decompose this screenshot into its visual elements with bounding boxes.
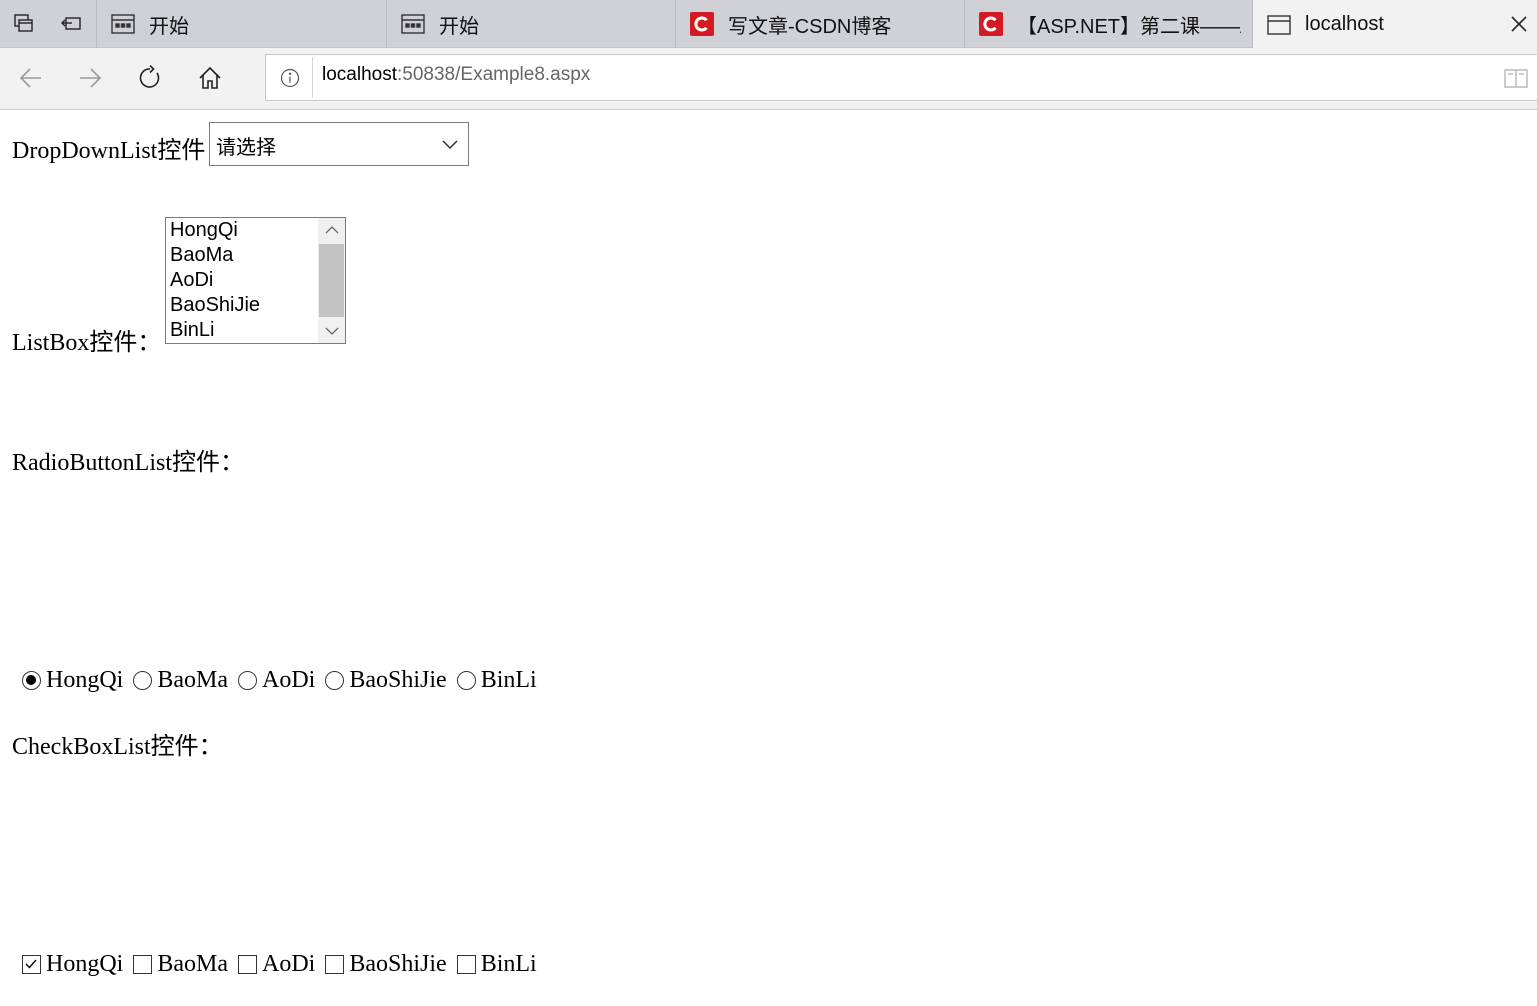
listbox-label: ListBox控件： [12,330,162,356]
checkbox-option-baoshijie[interactable]: BaoShiJie [325,951,447,978]
radio-button[interactable] [133,671,153,690]
checkbox-list: HongQi BaoMa AoDi BaoShiJie BinLi [22,951,547,978]
radio-option-hongqi[interactable]: HongQi [22,667,123,694]
checkbox-label: BaoMa [157,951,228,977]
tab-label: 开始 [439,15,479,38]
checkbox-label: AoDi [262,951,316,977]
start-page-icon [401,12,425,36]
reading-view-icon[interactable] [1503,66,1529,90]
checkbox-option-baoma[interactable]: BaoMa [133,951,228,978]
home-button[interactable] [190,58,230,98]
refresh-button[interactable] [130,58,170,98]
radio-label: HongQi [46,667,124,693]
chevron-up-icon[interactable] [318,218,345,242]
page-content: DropDownList控件 请选择 ListBox控件： HongQi Bao… [0,110,1537,1006]
radio-button[interactable] [456,671,476,690]
radio-button[interactable] [325,671,345,690]
csdn-logo-icon [690,12,714,36]
listbox-item[interactable]: BinLi [170,318,214,343]
radiolist-label: RadioButtonList控件： [12,450,245,476]
tab-label: localhost [1305,13,1384,35]
separator [312,57,313,98]
checkbox[interactable] [325,955,345,974]
navigation-bar: localhost:50838/Example8.aspx [0,48,1537,110]
checkbox-label: BinLi [480,951,537,977]
dropdown-label: DropDownList控件 [12,138,206,164]
tab-label: 开始 [149,15,189,38]
set-tabs-aside-icon[interactable] [48,0,96,48]
checkbox-option-aodi[interactable]: AoDi [238,951,315,978]
listbox-scrollbar[interactable] [318,218,345,343]
forward-button[interactable] [70,58,110,98]
listbox-item[interactable]: AoDi [170,268,213,293]
tab-localhost[interactable]: localhost [1252,0,1537,49]
listbox-item[interactable]: HongQi [170,218,238,243]
radio-option-baoshijie[interactable]: BaoShiJie [325,667,447,694]
dropdownlist[interactable]: 请选择 [209,122,469,166]
listbox-item[interactable]: BaoMa [170,243,233,268]
radio-button-list: HongQi BaoMa AoDi BaoShiJie BinLi [22,667,547,694]
checkbox-label: HongQi [46,951,124,977]
checkbox[interactable] [238,955,257,974]
address-bar[interactable]: localhost:50838/Example8.aspx [265,54,1537,101]
tab-label: 写文章-CSDN博客 [728,15,892,38]
checkbox[interactable] [456,955,476,974]
url-path: :50838/Example8.aspx [397,64,591,85]
listbox[interactable]: HongQi BaoMa AoDi BaoShiJie BinLi [165,217,346,344]
chevron-down-icon [442,140,458,150]
scrollbar-thumb[interactable] [319,244,344,317]
radio-label: BaoMa [157,667,228,693]
radio-label: AoDi [262,667,316,693]
checkbox-option-binli[interactable]: BinLi [456,951,537,978]
tabs-aside-icon[interactable] [0,0,48,48]
page-icon [1267,13,1291,37]
tab-strip: 开始 开始 写文章-CSDN博客 【ASP.NET】第二课——A: localh… [0,0,1537,49]
radio-button[interactable] [22,671,41,690]
info-icon[interactable] [278,66,302,90]
checkmark-icon [25,959,37,969]
dropdown-selected-value: 请选择 [216,137,276,159]
checkbox[interactable] [22,955,41,974]
radio-option-aodi[interactable]: AoDi [238,667,315,694]
radio-button[interactable] [238,671,257,690]
tab-start-2[interactable]: 开始 [386,0,675,48]
tab-csdn-article[interactable]: 【ASP.NET】第二课——A: [964,0,1252,48]
url-host: localhost [322,64,397,85]
url-text[interactable]: localhost:50838/Example8.aspx [322,64,590,86]
tab-csdn-write[interactable]: 写文章-CSDN博客 [675,0,964,48]
radio-option-baoma[interactable]: BaoMa [133,667,228,694]
csdn-logo-icon [979,12,1003,36]
checkbox-option-hongqi[interactable]: HongQi [22,951,123,978]
checkbox[interactable] [133,955,153,974]
start-page-icon [111,12,135,36]
listbox-item[interactable]: BaoShiJie [170,293,260,318]
tab-start-1[interactable]: 开始 [96,0,386,48]
back-button[interactable] [11,58,51,98]
tab-label: 【ASP.NET】第二课——A: [1017,15,1241,38]
chevron-down-icon[interactable] [318,319,345,343]
radio-label: BaoShiJie [349,667,447,693]
checklist-label: CheckBoxList控件： [12,734,223,760]
close-icon[interactable] [1507,12,1531,36]
radio-option-binli[interactable]: BinLi [456,667,537,694]
radio-label: BinLi [480,667,537,693]
checkbox-label: BaoShiJie [349,951,447,977]
